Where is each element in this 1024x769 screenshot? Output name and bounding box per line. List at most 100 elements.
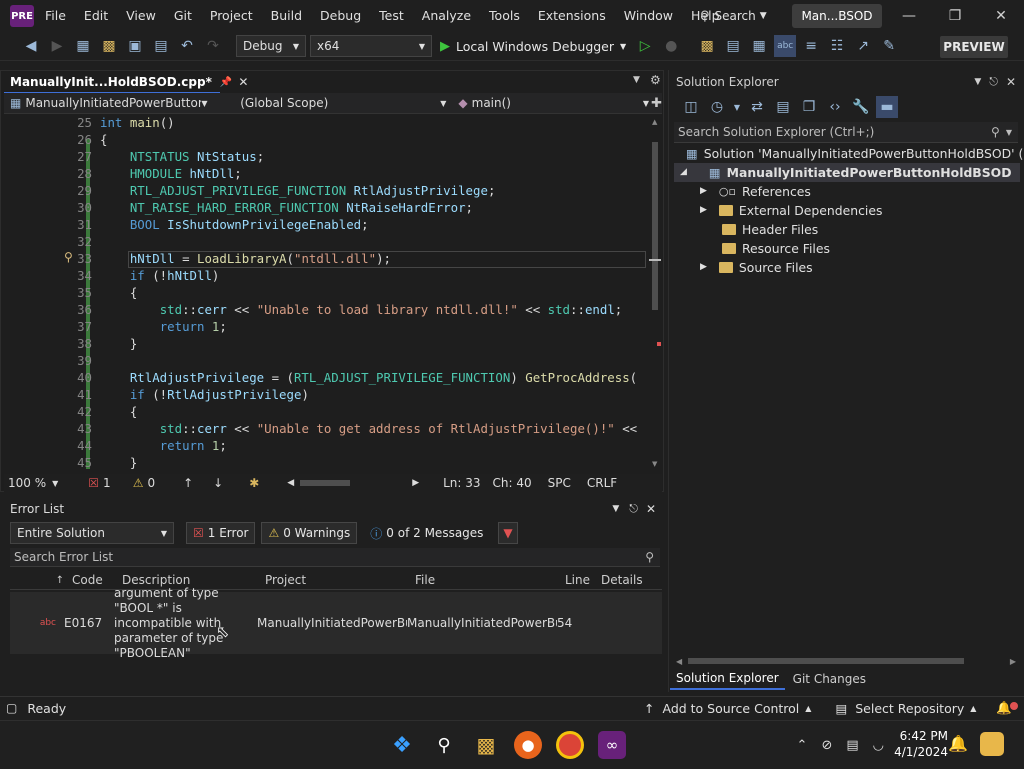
share-icon[interactable]: ↗ xyxy=(852,35,874,57)
scroll-left-icon[interactable]: ◀ xyxy=(676,657,682,666)
scroll-left-icon[interactable]: ◀ xyxy=(287,478,294,488)
code-line[interactable]: 45 } xyxy=(4,454,648,471)
scroll-thumb[interactable] xyxy=(652,142,658,310)
code-line[interactable]: 35 { xyxy=(4,284,648,301)
function-dropdown[interactable]: ◆ main() ▼ xyxy=(450,93,649,113)
code-line[interactable]: 25 int main() xyxy=(4,114,648,131)
new-project-icon[interactable]: ▦ xyxy=(72,35,94,57)
menu-view[interactable]: View xyxy=(117,0,165,32)
hot-reload-icon[interactable]: ● xyxy=(660,35,682,57)
column-number-status[interactable]: Ch: 40 xyxy=(493,476,532,490)
tree-item-references[interactable]: ▶ ○▫ References xyxy=(674,182,1020,201)
close-panel-icon[interactable]: ✕ xyxy=(1006,75,1016,89)
collapse-all-icon[interactable]: ▤ xyxy=(772,96,794,118)
tree-item-header-files[interactable]: Header Files xyxy=(674,220,1020,239)
menu-window[interactable]: Window xyxy=(615,0,682,32)
start-debugging-button[interactable]: ▶ Local Windows Debugger ▼ xyxy=(440,39,626,54)
chevron-down-icon[interactable]: ▼ xyxy=(732,96,742,118)
editor-vertical-scrollbar[interactable]: ▲ ▼ xyxy=(648,114,662,472)
code-line[interactable]: 28 HMODULE hNtDll; xyxy=(4,165,648,182)
save-icon[interactable]: ▣ xyxy=(124,35,146,57)
column-details[interactable]: Details xyxy=(601,573,651,587)
firefox-icon[interactable]: ● xyxy=(514,731,542,759)
menu-test[interactable]: Test xyxy=(370,0,413,32)
tab-list-dropdown-icon[interactable]: ▼ xyxy=(633,75,640,85)
solution-explorer-search[interactable]: Search Solution Explorer (Ctrl+;) ⚲ ▼ xyxy=(674,122,1018,143)
code-line[interactable]: 32 xyxy=(4,233,648,250)
code-line[interactable]: 41 if (!RtlAdjustPrivilege) xyxy=(4,386,648,403)
platform-dropdown[interactable]: x64 ▼ xyxy=(310,35,432,57)
search-icon[interactable]: ⚲ xyxy=(991,125,1000,139)
preview-selected-icon[interactable]: ▬ xyxy=(876,96,898,118)
code-line[interactable]: 26 { xyxy=(4,131,648,148)
split-icon[interactable]: ✚ xyxy=(651,96,662,111)
chevron-up-icon[interactable]: ▲ xyxy=(970,704,976,713)
menu-edit[interactable]: Edit xyxy=(75,0,117,32)
notifications-icon[interactable]: 🔔 xyxy=(996,700,1018,716)
pin-icon[interactable]: ⎋ xyxy=(989,75,998,89)
preview-app-icon[interactable] xyxy=(980,732,1004,756)
display-icon[interactable]: ▤ xyxy=(846,738,858,753)
menu-file[interactable]: File xyxy=(36,0,75,32)
code-line[interactable]: 31 BOOL IsShutdownPrivilegeEnabled; xyxy=(4,216,648,233)
align-icon[interactable]: ≡ xyxy=(800,35,822,57)
menu-analyze[interactable]: Analyze xyxy=(413,0,480,32)
tab-git-changes[interactable]: Git Changes xyxy=(787,672,872,686)
tab-solution-explorer[interactable]: Solution Explorer xyxy=(670,668,785,690)
code-line[interactable]: 27 NTSTATUS NtStatus; xyxy=(4,148,648,165)
column-file[interactable]: File xyxy=(415,573,565,587)
close-window-button[interactable]: ✕ xyxy=(978,0,1024,32)
search-icon[interactable]: ⚲ xyxy=(645,550,654,564)
close-tab-icon[interactable]: ✕ xyxy=(238,75,248,89)
code-line[interactable]: 33 hNtDll = LoadLibraryA("ntdll.dll"); xyxy=(4,250,648,267)
taskbar-clock[interactable]: 6:42 PM 4/1/2024 xyxy=(890,728,948,760)
close-panel-icon[interactable]: ✕ xyxy=(646,502,656,516)
forward-icon[interactable]: ▶ xyxy=(46,35,68,57)
code-line[interactable]: 29 RTL_ADJUST_PRIVILEGE_FUNCTION RtlAdju… xyxy=(4,182,648,199)
code-line[interactable]: 40 RtlAdjustPrivilege = (RTL_ADJUST_PRIV… xyxy=(4,369,648,386)
whitespace-status[interactable]: SPC xyxy=(548,476,571,490)
code-line[interactable]: 30 NT_RAISE_HARD_ERROR_FUNCTION NtRaiseH… xyxy=(4,199,648,216)
chevron-up-icon[interactable]: ▲ xyxy=(805,704,811,713)
show-all-files-icon[interactable]: ❐ xyxy=(798,96,820,118)
output-icon[interactable]: ▢ xyxy=(6,701,17,715)
chevron-down-icon[interactable]: ▼ xyxy=(974,77,981,87)
feedback-icon[interactable]: ✎ xyxy=(878,35,900,57)
grid-icon[interactable]: ☷ xyxy=(826,35,848,57)
warnings-filter-button[interactable]: ⚠ 0 Warnings xyxy=(261,522,358,544)
back-icon[interactable]: ◀ xyxy=(20,35,42,57)
spell-check-icon[interactable]: abc xyxy=(774,35,797,57)
start-without-debugging-icon[interactable]: ▷ xyxy=(634,35,656,57)
network-off-icon[interactable]: ⊘ xyxy=(821,738,832,753)
menu-extensions[interactable]: Extensions xyxy=(529,0,615,32)
pin-icon[interactable]: 📌 xyxy=(220,77,232,88)
code-cleanup-icon[interactable]: ✱ xyxy=(249,476,259,490)
code-line[interactable]: 42 { xyxy=(4,403,648,420)
view-code-icon[interactable]: ‹› xyxy=(824,96,846,118)
notification-bell-icon[interactable]: 🔔 xyxy=(948,734,968,753)
chevron-down-icon[interactable]: ▼ xyxy=(52,479,58,488)
switch-views-icon[interactable]: ◫ xyxy=(680,96,702,118)
redo-icon[interactable]: ↷ xyxy=(202,35,224,57)
error-list-search[interactable]: Search Error List ⚲ xyxy=(10,548,660,567)
chrome-icon[interactable] xyxy=(556,731,584,759)
windows-start-icon[interactable]: ❖ xyxy=(388,731,416,759)
properties-icon[interactable]: 🔧 xyxy=(850,96,872,118)
save-all-icon[interactable]: ▤ xyxy=(150,35,172,57)
code-line[interactable]: 36 std::cerr << "Unable to load library … xyxy=(4,301,648,318)
code-line[interactable]: 37 return 1; xyxy=(4,318,648,335)
configuration-dropdown[interactable]: Debug ▼ xyxy=(236,35,306,57)
error-count[interactable]: 1 xyxy=(103,476,111,490)
line-ending-status[interactable]: CRLF xyxy=(587,476,617,490)
tree-solution[interactable]: ▦ Solution 'ManuallyInitiatedPowerButton… xyxy=(674,144,1024,163)
add-to-source-control-button[interactable]: Add to Source Control xyxy=(662,701,799,716)
table-row[interactable]: abc E0167 argument of type "BOOL *" is i… xyxy=(10,586,662,660)
document-tab[interactable]: ManuallyInit...HoldBSOD.cpp* 📌 ✕ xyxy=(4,72,248,94)
undo-icon[interactable]: ↶ xyxy=(176,35,198,57)
tiles-icon[interactable]: ▦ xyxy=(748,35,770,57)
visual-studio-logo-icon[interactable]: PRE xyxy=(10,5,34,27)
layout-icon[interactable]: ▤ xyxy=(722,35,744,57)
menu-git[interactable]: Git xyxy=(165,0,201,32)
horizontal-scroll-thumb[interactable] xyxy=(300,480,351,486)
solution-name-pill[interactable]: Man...BSOD xyxy=(792,4,882,28)
